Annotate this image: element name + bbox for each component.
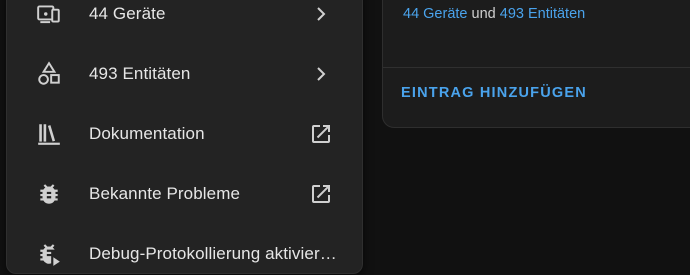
bookshelf-icon (35, 120, 63, 148)
shapes-icon (35, 60, 63, 88)
menu-item-entities[interactable]: 493 Entitäten (7, 47, 362, 101)
entities-link[interactable]: 493 Entitäten (500, 6, 585, 22)
menu-item-documentation[interactable]: Dokumentation (7, 107, 362, 161)
summary-connector: und (467, 6, 500, 22)
menu-item-devices-label: 44 Geräte (89, 4, 166, 23)
add-entry-button[interactable]: EINTRAG HINZUFÜGEN (401, 85, 587, 101)
bug-icon (35, 180, 63, 208)
menu-item-debug-logging[interactable]: Debug-Protokollierung aktivier… (7, 227, 362, 273)
menu-item-devices[interactable]: 44 Geräte (7, 0, 362, 41)
devices-link[interactable]: 44 Geräte (403, 6, 468, 22)
menu-item-known-issues[interactable]: Bekannte Probleme (7, 167, 362, 221)
menu-item-debug-logging-label: Debug-Protokollierung aktivier… (89, 244, 337, 263)
devices-icon (35, 0, 63, 28)
card-divider (383, 67, 690, 68)
chevron-right-icon (307, 0, 335, 28)
open-in-new-icon (307, 120, 335, 148)
integration-menu: 44 Geräte 493 Entitäten Dokumentation Be… (6, 0, 363, 274)
entry-summary: 44 Geräte und 493 Entitäten (403, 6, 585, 22)
menu-item-known-issues-label: Bekannte Probleme (89, 184, 241, 203)
menu-item-entities-label: 493 Entitäten (89, 64, 191, 83)
bug-play-icon (35, 240, 63, 268)
integration-entry-card: 44 Geräte und 493 Entitäten EINTRAG HINZ… (382, 0, 690, 128)
menu-item-documentation-label: Dokumentation (89, 124, 205, 143)
chevron-right-icon (307, 60, 335, 88)
open-in-new-icon (307, 180, 335, 208)
